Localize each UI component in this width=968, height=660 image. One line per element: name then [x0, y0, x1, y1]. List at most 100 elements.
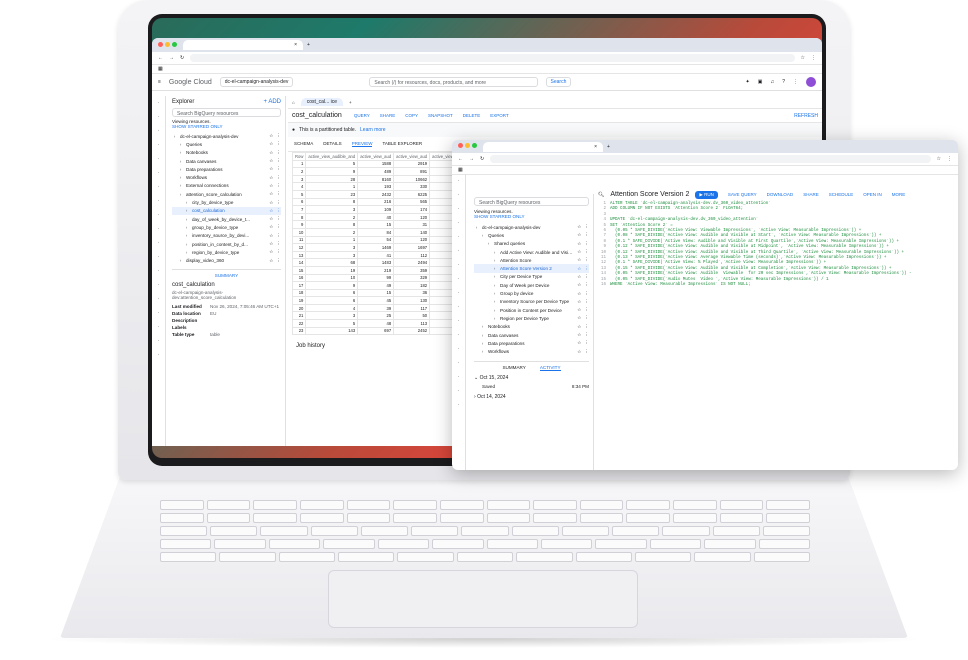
- chevron-right-icon[interactable]: ›: [492, 274, 497, 279]
- chevron-right-icon[interactable]: ›: [480, 333, 485, 338]
- activity-tab[interactable]: ACTIVITY: [539, 365, 561, 371]
- project-selector[interactable]: dc-el-campaign-analysis-dev: [219, 77, 294, 87]
- column-header[interactable]: active_view_audible_and: [305, 152, 359, 161]
- show-starred-button[interactable]: SHOW STARRED ONLY: [172, 124, 281, 129]
- notifications-icon[interactable]: ♫: [770, 79, 774, 85]
- sql-editor[interactable]: 1 ALTER TABLE `dc-el-campaign-analysis-de…: [596, 202, 958, 289]
- chevron-right-icon[interactable]: ›: [480, 341, 485, 346]
- star-icon[interactable]: ☆: [577, 241, 581, 247]
- clock-icon[interactable]: ·: [458, 220, 460, 226]
- star-icon[interactable]: ☆: [269, 258, 273, 264]
- star-icon[interactable]: ☆: [269, 175, 273, 181]
- tree-item[interactable]: › Workflows ☆ ⋮: [172, 173, 281, 181]
- more-icon[interactable]: ⋮: [276, 233, 281, 239]
- more-icon[interactable]: ⋮: [584, 241, 589, 247]
- more-icon[interactable]: ⋮: [584, 340, 589, 346]
- tab-close-icon[interactable]: ×: [294, 42, 297, 48]
- chevron-right-icon[interactable]: ›: [178, 183, 183, 188]
- action-share-button[interactable]: SHARE: [803, 192, 819, 197]
- tree-item[interactable]: › dc-el-campaign-analysis-dev ☆ ⋮: [474, 223, 589, 231]
- graph-icon[interactable]: ·: [458, 262, 460, 268]
- chevron-right-icon[interactable]: ›: [184, 250, 189, 255]
- diamond-icon[interactable]: ·: [158, 296, 160, 302]
- action-snapshot-button[interactable]: SNAPSHOT: [428, 113, 453, 118]
- show-starred-button[interactable]: SHOW STARRED ONLY: [474, 214, 589, 219]
- dot-icon[interactable]: ·: [158, 240, 160, 246]
- tree-item[interactable]: › group_by_device_type ☆ ⋮: [172, 223, 281, 231]
- chevron-right-icon[interactable]: ›: [178, 142, 183, 147]
- more-icon[interactable]: ⋮: [276, 191, 281, 197]
- action-copy-button[interactable]: COPY: [405, 113, 418, 118]
- tree-item[interactable]: › city_by_device_type ☆ ⋮: [172, 198, 281, 206]
- tree-item[interactable]: › cost_calculation ☆ ⋮: [172, 206, 281, 215]
- star-icon[interactable]: ☆: [269, 150, 273, 156]
- gemini-icon[interactable]: ✦: [746, 79, 750, 85]
- chevron-right-icon[interactable]: ›: [492, 266, 497, 271]
- settings-icon[interactable]: ·: [158, 268, 160, 274]
- more-icon[interactable]: ⋮: [584, 266, 589, 272]
- table-icon[interactable]: ·: [458, 374, 460, 380]
- address-bar[interactable]: [490, 155, 931, 163]
- doc-icon[interactable]: ·: [158, 338, 160, 344]
- star-icon[interactable]: ☆: [577, 340, 581, 346]
- new-tab-icon[interactable]: +: [607, 144, 610, 150]
- more-icon[interactable]: ⋮: [584, 349, 589, 355]
- chart-icon[interactable]: ·: [458, 332, 460, 338]
- more-icon[interactable]: ⋮: [584, 332, 589, 338]
- tree-item[interactable]: › Group by device ☆ ⋮: [474, 289, 589, 297]
- new-tab-icon[interactable]: +: [307, 42, 310, 48]
- dot-icon[interactable]: ·: [458, 318, 460, 324]
- more-icon[interactable]: ⋮: [276, 216, 281, 222]
- star-icon[interactable]: ☆: [269, 208, 273, 214]
- chevron-right-icon[interactable]: ›: [474, 225, 479, 230]
- chart-icon[interactable]: ·: [158, 254, 160, 260]
- back-icon[interactable]: ←: [158, 55, 163, 61]
- action-schedule-button[interactable]: SCHEDULE: [829, 192, 854, 197]
- chevron-right-icon[interactable]: ›: [184, 208, 189, 213]
- more-icon[interactable]: ⋮: [276, 183, 281, 189]
- menu-icon[interactable]: ⋮: [811, 55, 816, 61]
- apps-icon[interactable]: ▦: [458, 167, 463, 173]
- forward-icon[interactable]: →: [469, 156, 474, 162]
- reload-icon[interactable]: ↻: [480, 156, 484, 162]
- star-icon[interactable]: ☆: [269, 141, 273, 147]
- activity-saved-row[interactable]: Saved 8:34 PM: [474, 384, 589, 389]
- add-tab-icon[interactable]: +: [349, 100, 352, 105]
- help-icon[interactable]: ?: [782, 79, 785, 85]
- settings-icon[interactable]: ⋮: [793, 79, 798, 85]
- star-icon[interactable]: ☆: [269, 166, 273, 172]
- more-icon[interactable]: ⋮: [584, 224, 589, 230]
- chevron-right-icon[interactable]: ›: [492, 291, 497, 296]
- column-header[interactable]: Row: [291, 152, 307, 161]
- star-icon[interactable]: ☆: [577, 266, 581, 272]
- search-icon[interactable]: ·: [158, 142, 160, 148]
- chevron-right-icon[interactable]: ›: [492, 316, 497, 321]
- tree-item[interactable]: › Data preparations ☆ ⋮: [172, 165, 281, 173]
- chevron-right-icon[interactable]: ›: [184, 217, 189, 222]
- bigquery-icon[interactable]: ·: [158, 114, 160, 120]
- action-open-in-button[interactable]: OPEN IN: [863, 192, 882, 197]
- more-icon[interactable]: ⋮: [276, 133, 281, 139]
- tree-item[interactable]: › day_of_week_by_device_t... ☆ ⋮: [172, 215, 281, 223]
- list-icon[interactable]: ·: [458, 206, 460, 212]
- tree-item[interactable]: › Workflows ☆ ⋮: [474, 347, 589, 355]
- chevron-right-icon[interactable]: ›: [486, 241, 491, 246]
- activity-date[interactable]: ⌄ Oct 15, 2024: [474, 375, 589, 381]
- run-button[interactable]: ▶ RUN: [695, 190, 718, 199]
- settings-icon[interactable]: ·: [458, 346, 460, 352]
- pin-icon[interactable]: ·: [158, 128, 160, 134]
- tree-item[interactable]: › region_by_device_type ☆ ⋮: [172, 248, 281, 256]
- action-download-button[interactable]: DOWNLOAD: [767, 192, 794, 197]
- star-icon[interactable]: ☆: [577, 315, 581, 321]
- tree-item[interactable]: › City per Device Type ☆ ⋮: [474, 273, 589, 281]
- star-icon[interactable]: ☆: [577, 307, 581, 313]
- chevron-right-icon[interactable]: ›: [480, 233, 485, 238]
- star-icon[interactable]: ☆: [577, 291, 581, 297]
- more-icon[interactable]: ⋮: [584, 324, 589, 330]
- action-query-button[interactable]: QUERY: [354, 113, 370, 118]
- tree-item[interactable]: › Add Active View: Audible and Visible ..…: [474, 248, 589, 256]
- more-icon[interactable]: ⋮: [276, 224, 281, 230]
- chevron-right-icon[interactable]: ›: [178, 159, 183, 164]
- star-icon[interactable]: ☆: [269, 158, 273, 164]
- more-icon[interactable]: ⋮: [276, 200, 281, 206]
